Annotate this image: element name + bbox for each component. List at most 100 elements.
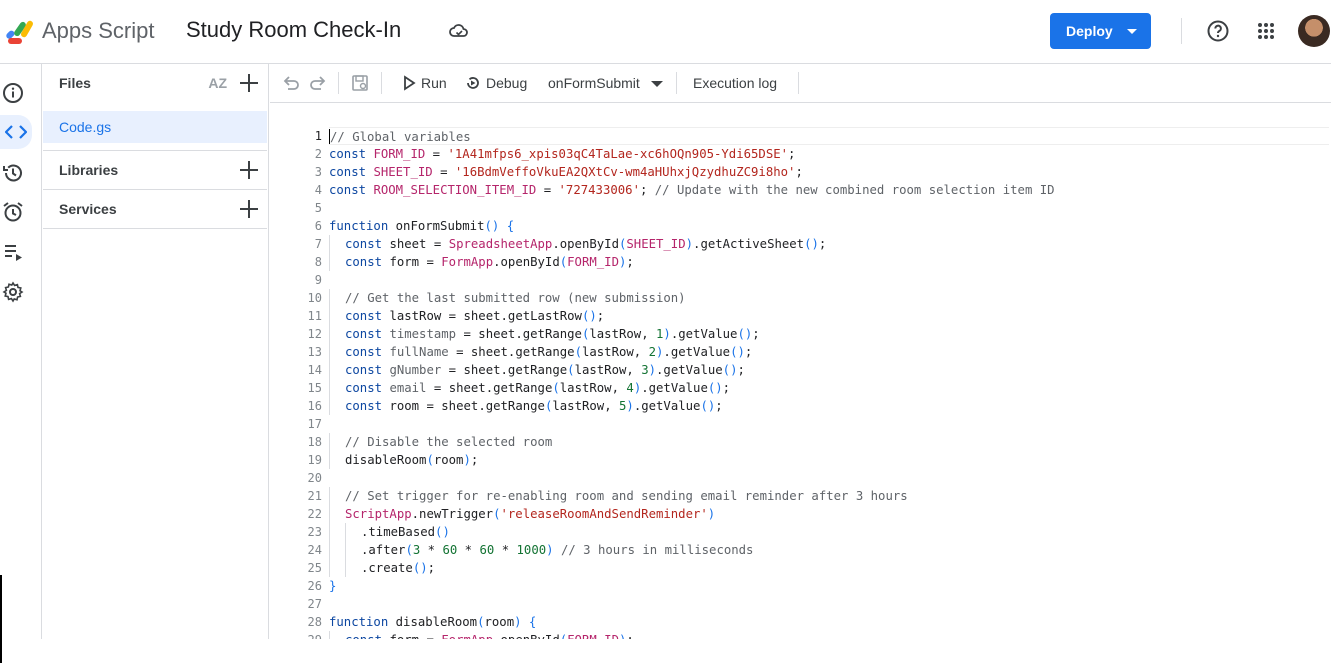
code-line[interactable]: ScriptApp.newTrigger('releaseRoomAndSend… [329, 505, 1329, 523]
code-line[interactable]: const form = FormApp.openById(FORM_ID); [329, 253, 1329, 271]
app-name[interactable]: Apps Script [42, 18, 155, 44]
deploy-label: Deploy [1066, 23, 1113, 39]
left-nav-rail [0, 64, 42, 663]
toolbar-divider [798, 72, 799, 94]
line-number: 19 [307, 453, 322, 467]
code-line[interactable]: disableRoom(room); [329, 451, 1329, 469]
top-app-bar: Apps Script Study Room Check-In Deploy [0, 0, 1331, 64]
libraries-section-header: Libraries [43, 151, 269, 189]
code-line[interactable] [329, 469, 1329, 487]
save-icon[interactable] [351, 74, 369, 92]
redo-icon[interactable] [309, 74, 327, 92]
line-number: 7 [314, 237, 322, 251]
debug-button[interactable]: Debug [486, 75, 527, 91]
line-number: 24 [307, 543, 322, 557]
line-number: 11 [307, 309, 322, 323]
chevron-down-icon[interactable] [651, 81, 663, 87]
code-line[interactable]: .after(3 * 60 * 60 * 1000) // 3 hours in… [329, 541, 1329, 559]
line-number: 8 [314, 255, 322, 269]
line-number: 14 [307, 363, 322, 377]
line-number: 23 [307, 525, 322, 539]
add-file-icon[interactable] [239, 73, 259, 93]
code-line[interactable] [329, 199, 1329, 217]
files-label: Files [59, 75, 91, 91]
line-number: 5 [314, 201, 322, 215]
code-area[interactable]: // Global variables const FORM_ID = '1A41… [329, 127, 1329, 639]
code-line[interactable] [329, 271, 1329, 289]
code-editor[interactable]: 1 2 3 4 5 6 7 8 9 10 11 12 13 14 15 16 17 18 19 20 21 22 23 24 2… [270, 103, 1331, 639]
editor-toolbar: Run Debug onFormSubmit Execution log [270, 64, 1331, 103]
settings-gear-icon[interactable] [0, 279, 26, 305]
files-section-header: Files AZ [43, 64, 269, 102]
code-line[interactable]: const email = sheet.getRange(lastRow, 4)… [329, 379, 1329, 397]
project-title[interactable]: Study Room Check-In [186, 17, 401, 43]
code-line[interactable]: function disableRoom(room) { [329, 613, 1329, 631]
divider [43, 228, 267, 229]
line-number: 20 [307, 471, 322, 485]
deploy-button[interactable]: Deploy [1050, 13, 1151, 49]
services-label: Services [59, 201, 117, 217]
line-number: 26 [307, 579, 322, 593]
code-line[interactable]: } [329, 577, 1329, 595]
line-number: 6 [314, 219, 322, 233]
line-number-gutter: 1 2 3 4 5 6 7 8 9 10 11 12 13 14 15 16 17 18 19 20 21 22 23 24 2… [270, 127, 322, 639]
code-line[interactable]: const form = FormApp.openById(FORM_ID); [329, 631, 1329, 639]
line-number: 25 [307, 561, 322, 575]
files-panel: Files AZ Code.gs Libraries Services [43, 64, 269, 639]
line-number: 29 [270, 631, 322, 639]
line-number: 22 [307, 507, 322, 521]
code-line[interactable]: .timeBased() [329, 523, 1329, 541]
code-line[interactable]: // Global variables [329, 127, 1329, 145]
undo-icon[interactable] [282, 74, 300, 92]
code-line[interactable]: // Set trigger for re-enabling room and … [329, 487, 1329, 505]
sort-az-icon[interactable]: AZ [208, 75, 227, 91]
code-line[interactable]: const sheet = SpreadsheetApp.openById(SH… [329, 235, 1329, 253]
code-line[interactable]: .create(); [329, 559, 1329, 577]
overview-info-icon[interactable] [0, 80, 26, 106]
apps-grid-icon[interactable] [1257, 22, 1275, 40]
code-line[interactable]: const gNumber = sheet.getRange(lastRow, … [329, 361, 1329, 379]
code-line[interactable] [329, 595, 1329, 613]
run-play-icon[interactable] [400, 74, 418, 92]
triggers-alarm-icon[interactable] [0, 199, 26, 225]
line-number: 10 [307, 291, 322, 305]
debug-icon[interactable] [464, 74, 482, 92]
code-line[interactable]: // Disable the selected room [329, 433, 1329, 451]
toolbar-divider [676, 72, 677, 94]
line-number: 15 [307, 381, 322, 395]
code-line[interactable]: // Get the last submitted row (new submi… [329, 289, 1329, 307]
add-library-icon[interactable] [239, 160, 259, 180]
apps-script-logo[interactable] [4, 16, 38, 46]
executions-list-icon[interactable] [0, 239, 26, 265]
line-number: 3 [314, 165, 322, 179]
help-icon[interactable] [1206, 19, 1230, 43]
line-number: 9 [314, 273, 322, 287]
executions-history-icon[interactable] [0, 160, 26, 186]
function-select[interactable]: onFormSubmit [548, 75, 640, 91]
run-button[interactable]: Run [421, 75, 447, 91]
editor-code-icon[interactable] [0, 115, 32, 149]
libraries-label: Libraries [59, 162, 119, 178]
code-line[interactable]: const ROOM_SELECTION_ITEM_ID = '72743300… [329, 181, 1329, 199]
line-number: 16 [307, 399, 322, 413]
execution-log-button[interactable]: Execution log [693, 75, 777, 91]
file-item-code-gs[interactable]: Code.gs [43, 111, 267, 143]
code-line[interactable]: const fullName = sheet.getRange(lastRow,… [329, 343, 1329, 361]
toolbar-divider [338, 72, 339, 94]
line-number: 13 [307, 345, 322, 359]
services-section-header: Services [43, 190, 269, 228]
code-line[interactable]: const room = sheet.getRange(lastRow, 5).… [329, 397, 1329, 415]
avatar[interactable] [1298, 15, 1330, 47]
deploy-dropdown-icon [1127, 29, 1137, 34]
add-service-icon[interactable] [239, 199, 259, 219]
line-number: 1 [314, 129, 322, 143]
code-line[interactable]: const lastRow = sheet.getLastRow(); [329, 307, 1329, 325]
code-line[interactable]: function onFormSubmit() { [329, 217, 1329, 235]
code-line[interactable]: const timestamp = sheet.getRange(lastRow… [329, 325, 1329, 343]
code-line[interactable] [329, 415, 1329, 433]
code-line[interactable]: const SHEET_ID = '16BdmVeffoVkuEA2QXtCv-… [329, 163, 1329, 181]
file-name: Code.gs [59, 119, 112, 135]
code-line[interactable]: const FORM_ID = '1A41mfps6_xpis03qC4TaLa… [329, 145, 1329, 163]
line-number: 27 [307, 597, 322, 611]
header-divider [1181, 18, 1182, 44]
